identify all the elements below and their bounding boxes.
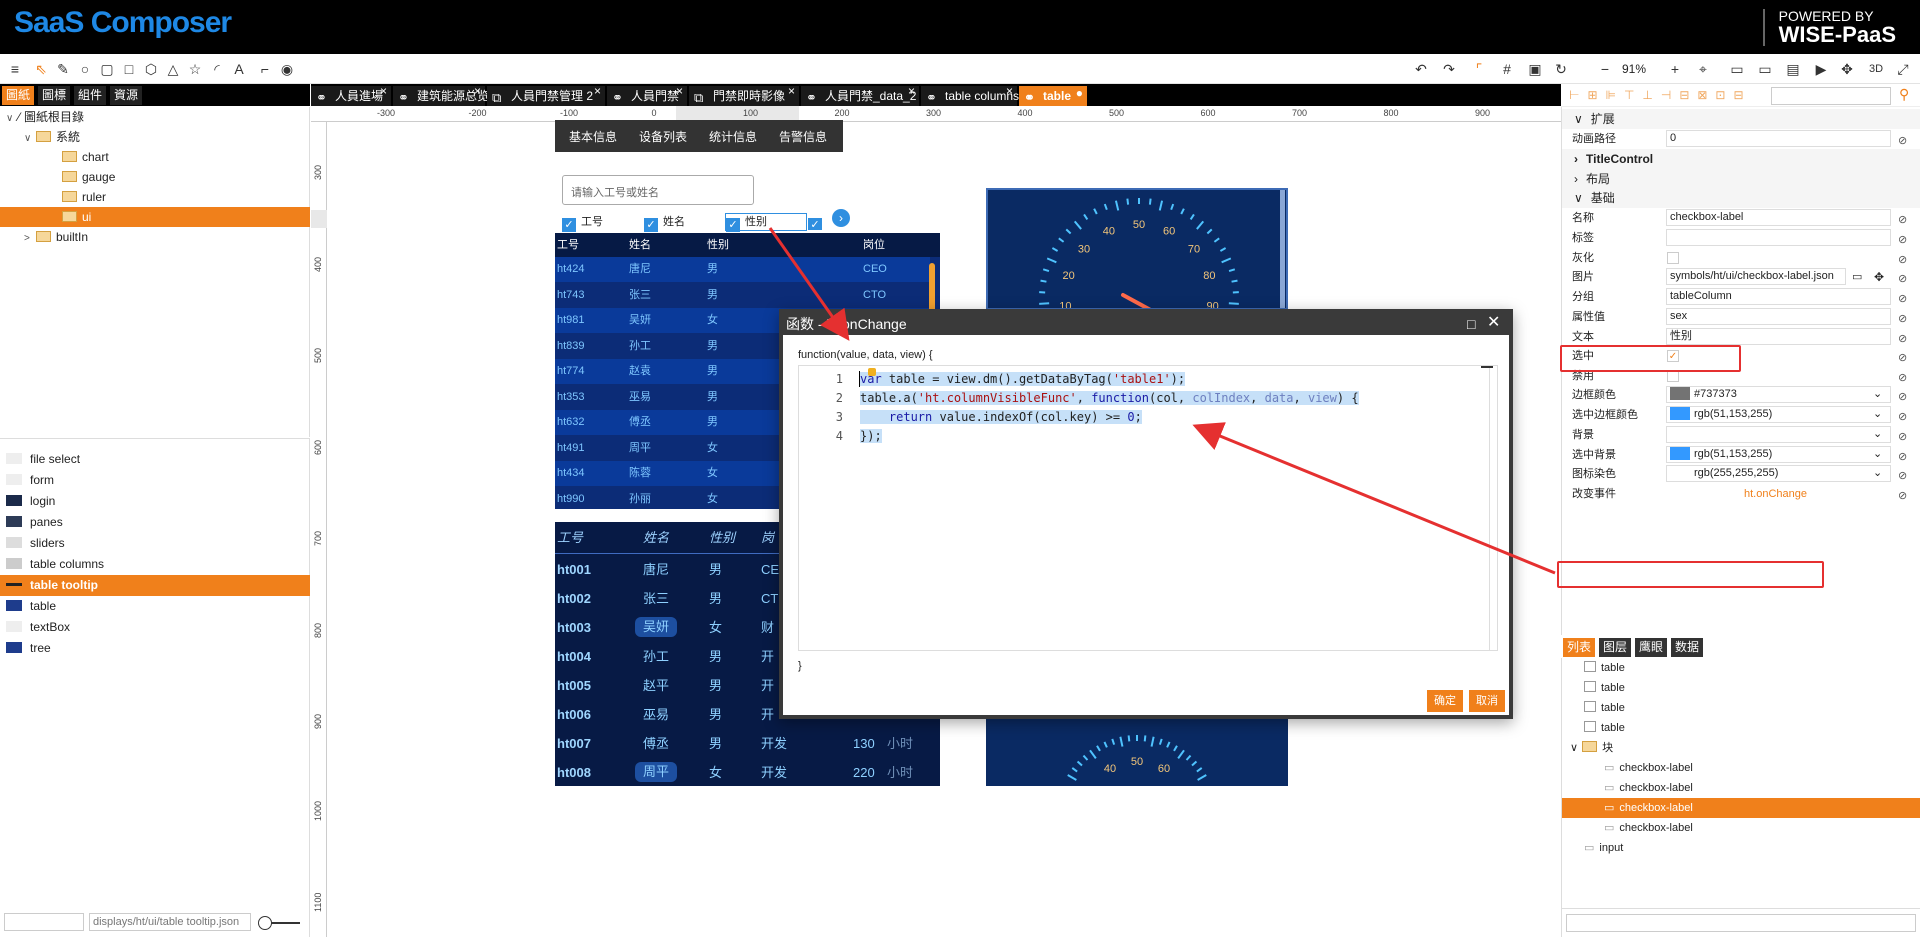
annotation-arrow-2	[1192, 422, 1556, 575]
annotation-arrow-1	[768, 227, 850, 341]
annotation-arrows	[768, 227, 1556, 575]
